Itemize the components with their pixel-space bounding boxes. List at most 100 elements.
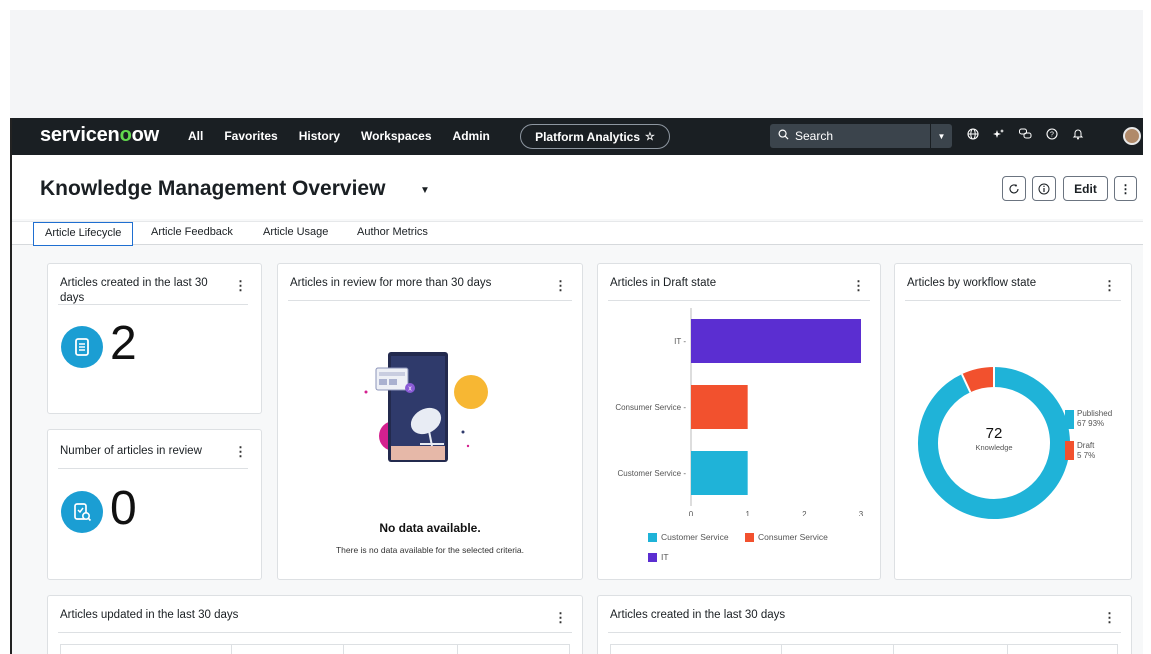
info-button[interactable] xyxy=(1032,176,1056,201)
search-input[interactable]: Search xyxy=(795,129,833,143)
tab-article-usage[interactable]: Article Usage xyxy=(263,226,328,238)
nav-icons: ? xyxy=(967,128,1084,143)
search-scope-dropdown[interactable]: ▼ xyxy=(930,124,952,148)
nav-link-admin[interactable]: Admin xyxy=(453,129,490,143)
servicenow-logo[interactable]: servicenoow xyxy=(40,124,159,147)
blank-band xyxy=(10,10,1143,118)
legend-label-draft[interactable]: Draft 5 7% xyxy=(1077,441,1095,461)
draft-bar-chart: IT - Consumer Service - Customer Service -… xyxy=(615,308,864,516)
refresh-icon xyxy=(1009,183,1019,193)
x-tick-label: 1 xyxy=(745,510,750,516)
card-menu-button[interactable]: ⋮ xyxy=(852,278,865,294)
card-articles-updated-30: Articles updated in the last 30 days ⋮ xyxy=(47,595,583,654)
legend-label: IT xyxy=(661,552,669,562)
divider xyxy=(608,300,870,301)
svg-text:?: ? xyxy=(1050,132,1054,139)
divider xyxy=(58,304,248,305)
card-articles-draft-state: Articles in Draft state ⋮ IT - Consumer S… xyxy=(597,263,881,580)
card-articles-created-30: Articles created in the last 30 days ⋮ 2 xyxy=(47,263,262,414)
chat-icon[interactable] xyxy=(1019,128,1032,143)
global-search[interactable]: Search ▼ xyxy=(770,124,952,148)
legend-swatch xyxy=(648,552,657,562)
refresh-button[interactable] xyxy=(1002,176,1026,201)
divider xyxy=(58,632,572,633)
chevron-down-icon[interactable]: ▼ xyxy=(420,185,430,196)
card-menu-button[interactable]: ⋮ xyxy=(1103,610,1116,626)
divider xyxy=(58,468,248,469)
card-menu-button[interactable]: ⋮ xyxy=(234,444,247,460)
x-tick-label: 0 xyxy=(689,510,694,516)
kpi-value[interactable]: 2 xyxy=(110,316,137,371)
legend-item-consumer-service[interactable]: Consumer Service xyxy=(745,532,828,542)
bar-consumer-service[interactable] xyxy=(691,385,748,429)
document-icon xyxy=(61,326,103,368)
card-articles-in-review: Number of articles in review ⋮ 0 xyxy=(47,429,262,580)
globe-icon[interactable] xyxy=(967,128,979,143)
no-data-title: No data available. xyxy=(379,521,481,535)
divider xyxy=(608,632,1121,633)
divider xyxy=(905,300,1121,301)
table-header xyxy=(60,644,570,654)
card-articles-workflow-state: Articles by workflow state ⋮ 72 Knowledg… xyxy=(894,263,1132,580)
more-options-button[interactable]: ⋮ xyxy=(1114,176,1137,201)
card-menu-button[interactable]: ⋮ xyxy=(554,610,567,626)
card-title: Articles created in the last 30 days xyxy=(610,609,786,621)
no-data-illustration-icon: x xyxy=(364,352,488,462)
card-title: Articles created in the last 30 days xyxy=(60,277,208,304)
legend-label: Customer Service xyxy=(661,532,729,542)
y-tick-label: IT - xyxy=(674,337,686,346)
no-data-description: There is no data available for the selec… xyxy=(335,545,525,555)
user-avatar[interactable] xyxy=(1123,127,1141,145)
card-title: Articles in review for more than 30 days xyxy=(290,277,492,289)
legend-swatch xyxy=(745,532,754,542)
card-articles-created-30-list: Articles created in the last 30 days ⋮ xyxy=(597,595,1132,654)
context-pill-label: Platform Analytics xyxy=(535,129,641,144)
table-header xyxy=(610,644,1118,654)
card-menu-button[interactable]: ⋮ xyxy=(234,278,247,294)
tab-article-feedback[interactable]: Article Feedback xyxy=(151,226,233,238)
legend-label: Consumer Service xyxy=(758,532,828,542)
card-articles-review-over-30: Articles in review for more than 30 days… xyxy=(277,263,583,580)
card-menu-button[interactable]: ⋮ xyxy=(554,278,567,294)
top-navigation: servicenoow All Favorites History Worksp… xyxy=(12,118,1143,155)
bell-icon[interactable] xyxy=(1072,128,1084,143)
dashboard-header: Knowledge Management Overview ▼ Edit ⋮ xyxy=(12,155,1143,219)
card-title: Articles updated in the last 30 days xyxy=(60,609,239,621)
legend-item-it[interactable]: IT xyxy=(648,552,669,562)
tab-article-lifecycle[interactable]: Article Lifecycle xyxy=(33,222,134,246)
nav-link-favorites[interactable]: Favorites xyxy=(224,129,277,143)
nav-link-all[interactable]: All xyxy=(188,129,203,143)
card-title: Articles by workflow state xyxy=(907,277,1037,289)
tab-author-metrics[interactable]: Author Metrics xyxy=(357,226,428,238)
bar-it[interactable] xyxy=(691,319,861,363)
legend-item-customer-service[interactable]: Customer Service xyxy=(648,532,729,542)
legend-swatch-draft xyxy=(1065,441,1074,460)
dashboard-tabs: Article Lifecycle Article Feedback Artic… xyxy=(12,221,1143,246)
document-review-icon xyxy=(61,491,103,533)
card-menu-button[interactable]: ⋮ xyxy=(1103,278,1116,294)
divider xyxy=(288,300,572,301)
x-tick-label: 3 xyxy=(859,510,864,516)
sparkle-icon[interactable] xyxy=(993,128,1005,143)
legend-swatch xyxy=(648,532,657,542)
donut-center-value: 72 xyxy=(985,425,1003,442)
nav-link-history[interactable]: History xyxy=(299,129,340,143)
donut-slice-draft[interactable] xyxy=(961,367,995,393)
help-icon[interactable]: ? xyxy=(1046,128,1058,143)
kpi-value[interactable]: 0 xyxy=(110,481,137,536)
x-tick-label: 2 xyxy=(802,510,807,516)
star-icon[interactable]: ☆ xyxy=(645,130,655,143)
search-icon xyxy=(778,129,789,143)
context-pill-platform-analytics[interactable]: Platform Analytics ☆ xyxy=(520,124,670,149)
top-strip xyxy=(0,0,1151,10)
legend-label-published[interactable]: Published 67 93% xyxy=(1077,409,1112,429)
card-title: Articles in Draft state xyxy=(610,277,717,289)
y-tick-label: Consumer Service - xyxy=(615,403,686,412)
info-icon xyxy=(1038,183,1050,194)
card-title: Number of articles in review xyxy=(60,445,202,457)
edit-button[interactable]: Edit xyxy=(1063,176,1108,201)
legend-swatch-published xyxy=(1065,410,1074,429)
nav-link-workspaces[interactable]: Workspaces xyxy=(361,129,431,143)
app-window: servicenoow All Favorites History Worksp… xyxy=(10,118,1143,654)
bar-customer-service[interactable] xyxy=(691,451,748,495)
